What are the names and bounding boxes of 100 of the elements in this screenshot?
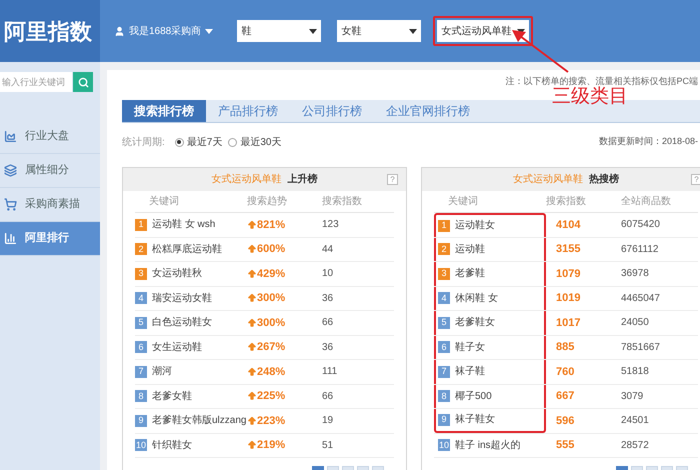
category-dropdown[interactable]: 女式运动风单鞋 <box>437 20 530 42</box>
product-count: 6075420 <box>621 218 660 232</box>
index-value: 44 <box>322 242 334 257</box>
keyword-link[interactable]: 白色运动鞋女 <box>152 315 212 330</box>
trend-value: 248% <box>257 364 286 380</box>
keyword-link[interactable]: 椰子500 <box>455 388 492 404</box>
user-menu[interactable]: 我是1688采购商 <box>129 24 202 38</box>
annotation-label: 三级类目 <box>552 87 628 107</box>
product-count: 4465047 <box>621 292 660 306</box>
keyword-link[interactable]: 潮河 <box>152 364 172 380</box>
period-radio[interactable]: 最近7天 <box>174 134 222 150</box>
column-header: 全站商品数 <box>621 194 671 209</box>
rank-badge: 4 <box>438 292 450 304</box>
rank-badge: 1 <box>438 220 450 232</box>
index-value: 555 <box>555 438 576 453</box>
trend-value: 300% <box>257 291 286 306</box>
up-arrow-icon <box>247 366 257 377</box>
keyword-link[interactable]: 休闲鞋 女 <box>455 290 498 306</box>
trend-value: 821% <box>257 218 286 232</box>
category-dropdown[interactable]: 鞋 <box>237 20 322 42</box>
caret-icon <box>205 28 214 34</box>
keyword-link[interactable]: 运动鞋 女 wsh <box>152 217 216 232</box>
up-arrow-icon <box>247 293 257 304</box>
sidebar-item[interactable]: 属性细分 <box>0 154 100 188</box>
sidebar-item[interactable]: 行业大盘 <box>0 120 100 154</box>
product-count: 24501 <box>621 414 649 428</box>
index-value: 1079 <box>555 266 582 282</box>
sidebar-icon <box>4 130 17 143</box>
index-value: 36 <box>322 340 334 355</box>
rank-badge: 5 <box>438 316 450 329</box>
up-arrow-icon <box>247 416 257 426</box>
rank-badge: 8 <box>135 390 147 402</box>
panel-title: 上升榜 <box>288 172 318 187</box>
rank-badge: 3 <box>135 268 147 280</box>
keyword-link[interactable]: 鞋子 ins超火的 <box>455 438 521 453</box>
rank-badge: 1 <box>135 218 147 231</box>
keyword-link[interactable]: 松糕厚底运动鞋 <box>152 242 222 257</box>
keyword-link[interactable]: 鞋子女 <box>455 340 485 355</box>
keyword-link[interactable]: 老爹鞋女 <box>455 315 495 330</box>
keyword-link[interactable]: 针织鞋女 <box>152 438 192 453</box>
period-radio[interactable]: 最近30天 <box>228 134 282 150</box>
index-value: 51 <box>322 438 334 453</box>
up-arrow-icon <box>247 318 257 328</box>
trend-value: 600% <box>257 242 286 257</box>
period-label: 统计周期: <box>122 136 165 150</box>
product-count: 3079 <box>621 390 644 404</box>
product-count: 28572 <box>621 438 649 453</box>
index-value: 19 <box>322 414 334 428</box>
index-value: 1017 <box>555 316 582 330</box>
sidebar-icon <box>4 164 17 177</box>
category-dropdown[interactable]: 女鞋 <box>337 20 422 42</box>
keyword-link[interactable]: 瑞安运动女鞋 <box>152 290 212 306</box>
category-label: 女式运动风单鞋 <box>212 172 282 187</box>
sidebar-icon <box>4 232 17 245</box>
sidebar-icon <box>4 198 17 211</box>
rank-badge: 10 <box>438 439 450 452</box>
up-arrow-icon <box>247 220 257 230</box>
ranking-tab[interactable]: 搜索排行榜 <box>122 100 206 122</box>
search-field[interactable]: 输入行业关键词 <box>0 72 72 92</box>
keyword-link[interactable]: 老爹女鞋 <box>152 388 192 404</box>
up-arrow-icon <box>247 391 257 402</box>
keyword-link[interactable]: 袜子鞋女 <box>455 412 495 428</box>
category-label: 女式运动风单鞋 <box>513 172 583 187</box>
rank-badge: 6 <box>438 341 450 354</box>
trend-value: 223% <box>257 414 286 428</box>
column-header: 搜索趋势 <box>247 194 288 209</box>
keyword-link[interactable]: 女运动鞋秋 <box>152 266 202 282</box>
keyword-link[interactable]: 女生运动鞋 <box>152 340 202 355</box>
caret-icon <box>409 28 418 34</box>
rank-badge: 7 <box>438 366 450 378</box>
rank-badge: 7 <box>135 366 147 378</box>
trend-value: 219% <box>257 438 286 453</box>
column-header: 关键词 <box>148 194 180 209</box>
index-value: 10 <box>322 267 334 282</box>
index-value: 4104 <box>555 218 582 232</box>
index-value: 66 <box>322 316 334 330</box>
column-header: 搜索指数 <box>322 194 362 209</box>
notice-text: 注：以下榜单的搜索、流量相关指标仅包括PC端 <box>505 76 698 86</box>
keyword-link[interactable]: 袜子鞋 <box>455 364 485 380</box>
product-count: 7851667 <box>621 340 660 355</box>
rank-badge: 3 <box>438 268 450 280</box>
trend-value: 429% <box>257 266 286 282</box>
keyword-link[interactable]: 运动鞋女 <box>455 218 495 234</box>
caret-icon <box>309 28 318 34</box>
product-count: 51818 <box>621 365 649 380</box>
product-count: 36978 <box>621 267 649 282</box>
rank-badge: 6 <box>135 341 147 354</box>
index-value: 1019 <box>555 291 582 306</box>
index-value: 66 <box>322 390 334 404</box>
user-icon <box>114 26 125 36</box>
keyword-link[interactable]: 老爹鞋 <box>455 266 485 282</box>
up-arrow-icon <box>247 244 257 254</box>
index-value: 111 <box>322 365 338 380</box>
index-value: 760 <box>555 364 576 380</box>
index-value: 885 <box>555 340 576 355</box>
rank-badge: 8 <box>438 390 450 402</box>
keyword-link[interactable]: 运动鞋 <box>455 242 485 257</box>
search-button[interactable] <box>73 72 93 92</box>
keyword-link[interactable]: 老爹鞋女韩版ulzzang <box>152 413 246 428</box>
update-time: 数据更新时间：2018-08- <box>598 135 698 148</box>
